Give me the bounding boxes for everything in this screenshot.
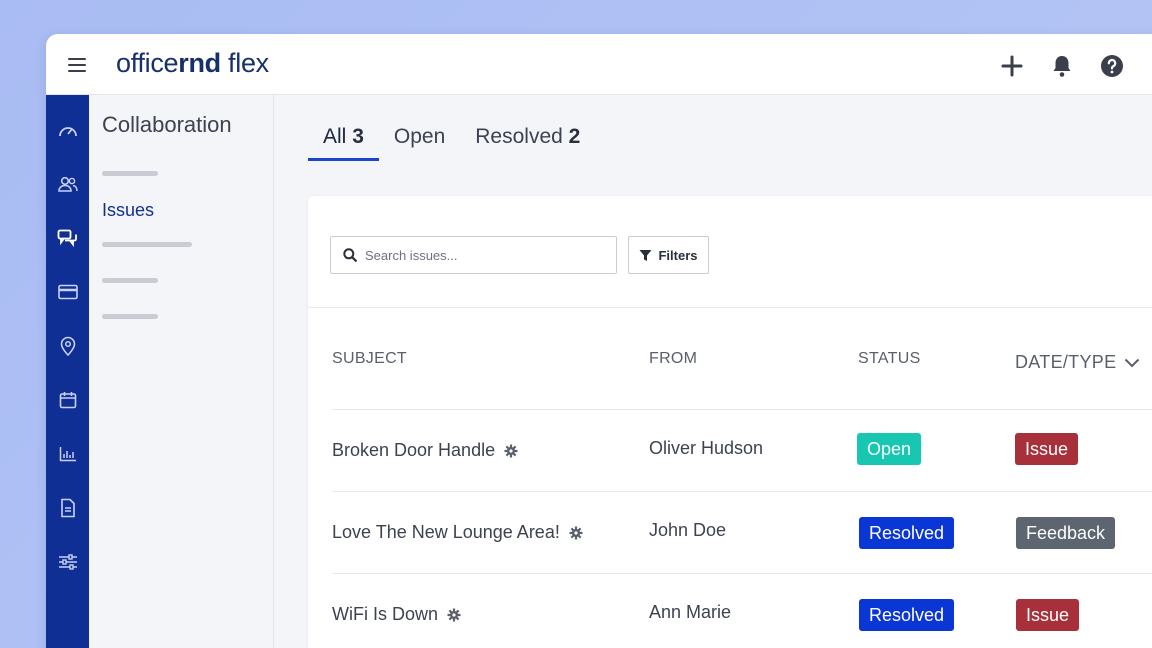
nav-placeholder-item[interactable] (102, 278, 158, 283)
subject-cell: WiFi Is Down (332, 604, 461, 625)
dashboard-icon[interactable] (46, 118, 89, 142)
nav-placeholder-item[interactable] (102, 171, 158, 176)
status-badge: Resolved (859, 517, 955, 549)
logo[interactable]: officernd flex (116, 48, 269, 79)
help-icon[interactable] (1098, 52, 1126, 80)
from-cell: Ann Marie (649, 602, 732, 622)
issue-tabs: All 3 Open Resolved 2 (308, 125, 595, 161)
subject-text: Broken Door Handle (332, 440, 496, 460)
subject-cell: Love The New Lounge Area! (332, 522, 583, 543)
calendar-icon[interactable] (46, 388, 89, 412)
gear-icon (447, 608, 461, 621)
secondary-sidebar: Collaboration Issues (89, 95, 274, 648)
subject-text: WiFi Is Down (332, 604, 439, 624)
app-window: officernd flex Collaboration Issues All … (46, 34, 1152, 648)
type-badge: Issue (1016, 599, 1080, 631)
subject-text: Love The New Lounge Area! (332, 522, 560, 542)
main-content: All 3 Open Resolved 2 Filters SUBJECT FR… (274, 95, 1152, 648)
top-bar: officernd flex (46, 34, 1152, 95)
search-box (330, 236, 617, 274)
sidebar-item-issues[interactable]: Issues (102, 200, 154, 221)
tab-all[interactable]: All 3 (308, 125, 379, 161)
table-row[interactable]: WiFi Is Down Ann Marie Resolved Issue (332, 573, 1152, 648)
status-badge: Resolved (859, 599, 955, 631)
table-row[interactable]: Love The New Lounge Area! John Doe Resol… (332, 491, 1152, 573)
tab-open[interactable]: Open (379, 125, 460, 159)
subject-cell: Broken Door Handle (332, 440, 518, 461)
collaboration-icon[interactable] (46, 226, 89, 250)
divider (308, 307, 1152, 308)
menu-icon[interactable] (68, 58, 86, 72)
chevron-down-icon (1125, 358, 1140, 367)
column-header-date-type[interactable]: DATE/TYPE (1015, 352, 1140, 373)
table-row[interactable]: Broken Door Handle Oliver Hudson Open Is… (332, 409, 1152, 491)
billing-icon[interactable] (46, 280, 89, 304)
search-input[interactable] (365, 247, 595, 263)
reports-icon[interactable] (46, 442, 89, 466)
column-header-subject[interactable]: SUBJECT (332, 350, 407, 368)
plus-icon[interactable] (998, 52, 1026, 80)
nav-placeholder-item[interactable] (102, 314, 158, 319)
gear-icon (569, 526, 583, 539)
from-cell: John Doe (649, 520, 727, 540)
filters-label: Filters (658, 247, 698, 263)
issues-card: Filters SUBJECT FROM STATUS DATE/TYPE Br… (308, 196, 1152, 648)
column-header-from[interactable]: FROM (649, 350, 697, 368)
tab-resolved[interactable]: Resolved 2 (460, 125, 595, 159)
search-icon (343, 248, 357, 262)
nav-placeholder-item[interactable] (102, 242, 192, 247)
gear-icon (504, 444, 518, 457)
section-title: Collaboration (102, 112, 232, 137)
filter-icon (639, 249, 652, 261)
from-cell: Oliver Hudson (649, 438, 764, 458)
icon-sidebar (46, 95, 89, 648)
type-badge: Feedback (1016, 517, 1116, 549)
settings-icon[interactable] (46, 550, 89, 574)
date-type-label: DATE/TYPE (1015, 352, 1117, 372)
members-icon[interactable] (46, 172, 89, 196)
column-header-status[interactable]: STATUS (858, 350, 921, 368)
type-badge: Issue (1015, 433, 1079, 465)
filters-button[interactable]: Filters (628, 236, 709, 274)
status-badge: Open (857, 433, 922, 465)
documents-icon[interactable] (46, 496, 89, 520)
bell-icon[interactable] (1048, 52, 1076, 80)
location-icon[interactable] (46, 334, 89, 358)
